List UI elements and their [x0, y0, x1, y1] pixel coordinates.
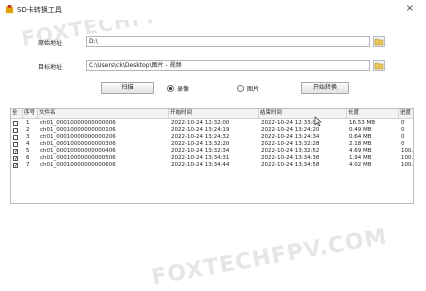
cell-end-time: 2022-10-24 13:24:20	[261, 127, 320, 133]
close-icon[interactable]: ×	[406, 3, 414, 14]
cell-start-time: 2022-10-24 13:32:34	[171, 148, 230, 154]
radio-image-dot	[237, 85, 244, 92]
cell-filename: ch01_00010000000000206	[40, 134, 116, 140]
cell-filename: ch01_00010000000000406	[40, 148, 116, 154]
cell-filename: ch01_00010000000000006	[40, 120, 116, 126]
table-row[interactable]: 1 ch01_00010000000000006 2022-10-24 12:32:…	[11, 120, 413, 127]
cell-index: 6	[26, 155, 30, 161]
table-row[interactable]: 2 ch01_00010000000000106 2022-10-24 13:24:…	[11, 127, 413, 134]
cell-progress: 0	[401, 127, 405, 133]
cell-end-time: 2022-10-24 13:34:38	[261, 155, 320, 161]
table-header: 全 序号 文件名 开始时间 结束时间 长度 进度	[11, 109, 413, 119]
cell-progress: 0	[401, 134, 405, 140]
row-checkbox[interactable]	[13, 128, 18, 133]
target-browse-button[interactable]	[373, 60, 385, 71]
app-icon	[5, 5, 14, 14]
target-label: 目标地址	[38, 64, 63, 71]
cell-end-time: 2022-10-24 13:32:28	[261, 141, 320, 147]
cell-index: 3	[26, 134, 30, 140]
radio-image[interactable]: 图片	[237, 84, 259, 93]
cell-filename: ch01_00010000000000606	[40, 162, 116, 168]
header-select-all[interactable]: 全	[11, 109, 23, 118]
cell-index: 4	[26, 141, 30, 147]
title-bar: SD卡转换工具 ×	[0, 0, 426, 20]
cell-index: 2	[26, 127, 30, 133]
header-start-time[interactable]: 开始时间	[169, 109, 259, 118]
radio-image-label: 图片	[247, 86, 260, 93]
cell-index: 7	[26, 162, 30, 168]
cell-end-time: 2022-10-24 13:34:58	[261, 162, 320, 168]
source-label: 原始地址	[38, 40, 63, 47]
folder-icon	[374, 38, 384, 46]
table-row[interactable]: ✓ 5 ch01_00010000000000406 2022-10-24 13:32…	[11, 148, 413, 155]
cell-progress: 100.00	[401, 162, 414, 168]
cell-size: 2.18 MB	[349, 141, 372, 147]
radio-video-dot	[167, 85, 174, 92]
file-table: 全 序号 文件名 开始时间 结束时间 长度 进度 1 ch01_000100000…	[10, 108, 414, 204]
cell-size: 0.49 MB	[349, 127, 372, 133]
cell-end-time: 2022-10-24 13:32:52	[261, 148, 320, 154]
cell-filename: ch01_00010000000000306	[40, 141, 116, 147]
folder-icon	[374, 62, 384, 70]
header-index[interactable]: 序号	[23, 109, 38, 118]
cell-size: 4.02 MB	[349, 162, 372, 168]
cell-end-time: 2022-10-24 12:33:05	[261, 120, 320, 126]
checkmark-icon: ✓	[14, 163, 19, 169]
cursor-icon	[314, 116, 322, 127]
window-title: SD卡转换工具	[17, 6, 62, 14]
row-checkbox[interactable]: ✓	[13, 156, 18, 162]
cell-filename: ch01_00010000000000106	[40, 127, 116, 133]
convert-button[interactable]: 开始转换	[301, 82, 349, 94]
cell-end-time: 2022-10-24 13:24:34	[261, 134, 320, 140]
header-filename[interactable]: 文件名	[38, 109, 169, 118]
watermark-bottom: FOXTECHFPV.COM	[149, 224, 390, 291]
source-path-field[interactable]: D:\	[86, 36, 370, 47]
source-browse-button[interactable]	[373, 36, 385, 47]
table-row[interactable]: ✓ 7 ch01_00010000000000606 2022-10-24 13:34…	[11, 162, 413, 169]
cell-start-time: 2022-10-24 13:34:44	[171, 162, 230, 168]
cell-size: 1.94 MB	[349, 155, 372, 161]
row-checkbox[interactable]: ✓	[13, 149, 18, 155]
cell-start-time: 2022-10-24 13:32:20	[171, 141, 230, 147]
table-row[interactable]: 4 ch01_00010000000000306 2022-10-24 13:32:…	[11, 141, 413, 148]
radio-video-label: 录像	[177, 86, 190, 93]
cell-size: 0.64 MB	[349, 134, 372, 140]
cell-size: 16.53 MB	[349, 120, 376, 126]
header-size[interactable]: 长度	[347, 109, 399, 118]
cell-size: 4.69 MB	[349, 148, 372, 154]
cell-progress: 100.00	[401, 155, 414, 161]
cell-progress: 100.00	[401, 148, 414, 154]
cell-start-time: 2022-10-24 13:24:32	[171, 134, 230, 140]
table-row[interactable]: ✓ 6 ch01_00010000000000506 2022-10-24 13:34…	[11, 155, 413, 162]
cell-index: 5	[26, 148, 30, 154]
scan-button[interactable]: 扫描	[101, 82, 154, 94]
table-row[interactable]: 3 ch01_00010000000000206 2022-10-24 13:24:…	[11, 134, 413, 141]
row-checkbox[interactable]	[13, 121, 18, 126]
cell-start-time: 2022-10-24 13:24:19	[171, 127, 230, 133]
row-checkbox[interactable]	[13, 135, 18, 140]
header-end-time[interactable]: 结束时间	[259, 109, 347, 118]
cell-start-time: 2022-10-24 13:34:31	[171, 155, 230, 161]
target-path-field[interactable]: C:\Users\ck\Desktop\图片 - 视频	[86, 60, 370, 71]
cell-index: 1	[26, 120, 30, 126]
header-progress[interactable]: 进度	[399, 109, 413, 118]
row-checkbox[interactable]: ✓	[13, 163, 19, 169]
row-checkbox[interactable]	[13, 142, 18, 147]
cell-start-time: 2022-10-24 12:32:00	[171, 120, 230, 126]
cell-progress: 0	[401, 120, 405, 126]
radio-video[interactable]: 录像	[167, 84, 189, 93]
cell-progress: 0	[401, 141, 405, 147]
cell-filename: ch01_00010000000000506	[40, 155, 116, 161]
